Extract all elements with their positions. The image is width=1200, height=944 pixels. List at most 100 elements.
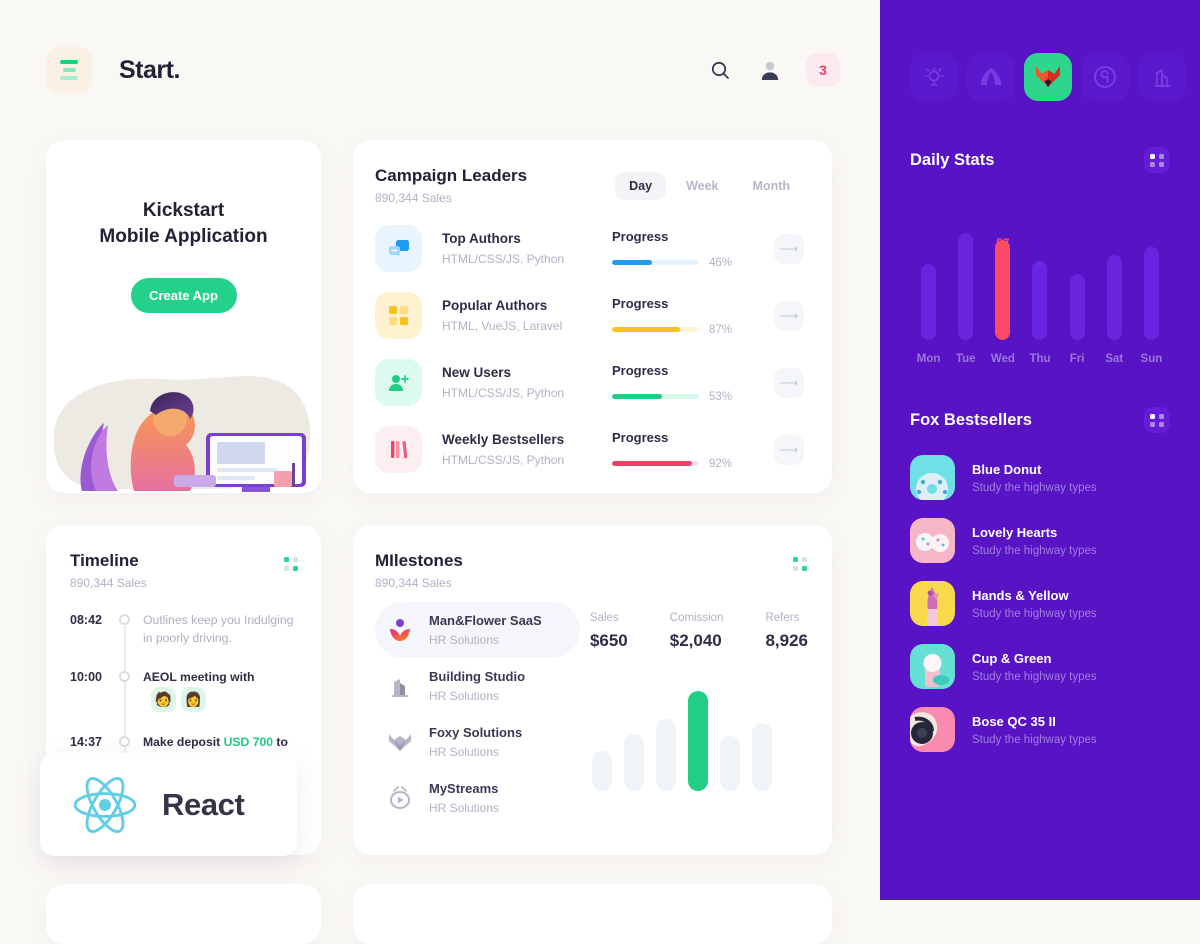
company-name: Building Studio <box>429 669 526 684</box>
campaign-row-text: Weekly Bestsellers HTML/CSS/JS, Python <box>442 432 612 467</box>
axis-label: Sun <box>1140 353 1163 365</box>
daily-stats-axis-labels: Mon Tue Wed Thu Fri Sat Sun <box>910 353 1170 365</box>
company-sub: HR Solutions <box>429 689 500 703</box>
milestones-title: MIlestones <box>375 551 463 570</box>
hamburger-icon[interactable] <box>46 47 92 93</box>
bestseller-text: Blue Donut Study the highway types <box>972 462 1097 494</box>
chart-column <box>910 264 947 340</box>
chart-bar <box>1143 247 1159 340</box>
chart-bar <box>591 751 612 791</box>
books-icon <box>375 426 422 473</box>
stat-value: 8,926 <box>765 631 808 650</box>
company-row[interactable]: MyStreams HR Solutions <box>375 770 580 826</box>
kickstart-card: Kickstart Mobile Application Create App <box>46 140 321 493</box>
top-bar: Start. 3 <box>0 0 880 96</box>
fox-icon <box>385 731 415 753</box>
chart-column <box>947 233 984 340</box>
campaign-row-progress: Progress 87% <box>612 296 732 336</box>
timeline-text-before: Make deposit <box>143 735 224 750</box>
company-sub: HR Solutions <box>429 801 500 815</box>
building-icon[interactable] <box>1138 53 1186 101</box>
campaign-row-tags: HTML, VueJS, Laravel <box>442 319 563 333</box>
campaign-row[interactable]: Popular Authors HTML, VueJS, Laravel Pro… <box>375 292 804 339</box>
chart-bar <box>1069 274 1085 340</box>
bestsellers-list: Blue Donut Study the highway types Lovel… <box>910 455 1170 752</box>
progress-value: 46% <box>708 256 732 269</box>
chart-bar <box>623 734 644 791</box>
bestseller-item[interactable]: Hands & Yellow Study the highway types <box>910 581 1170 626</box>
user-icon[interactable] <box>756 56 784 84</box>
chevron-right-icon[interactable]: ⟶ <box>774 233 804 264</box>
chart-bar <box>921 264 937 340</box>
chart-column-highlight: 57 <box>984 236 1021 340</box>
arch-icon[interactable] <box>967 53 1015 101</box>
chevron-right-icon[interactable]: ⟶ <box>774 367 804 398</box>
campaign-row-text: New Users HTML/CSS/JS, Python <box>442 365 612 400</box>
app-switcher <box>910 0 1186 101</box>
progress-value: 53% <box>708 390 732 403</box>
lightbulb-icon[interactable] <box>910 53 958 101</box>
grid-dots-icon[interactable] <box>1144 407 1170 433</box>
campaign-row[interactable]: Weekly Bestsellers HTML/CSS/JS, Python P… <box>375 426 804 473</box>
bestseller-item[interactable]: Cup & Green Study the highway types <box>910 644 1170 689</box>
company-name: Man&Flower SaaS <box>429 613 542 628</box>
timeline-item[interactable]: 10:00 AEOL meeting with 🧑 👩 <box>70 669 299 713</box>
notification-badge[interactable]: 3 <box>806 53 840 87</box>
page-title: Start. <box>119 55 180 84</box>
timeline-dot <box>119 614 130 625</box>
react-card[interactable]: React <box>40 753 297 856</box>
daily-stats-header: Daily Stats <box>910 147 1170 173</box>
company-text: Building Studio HR Solutions <box>429 669 525 703</box>
campaign-row[interactable]: Top Authors HTML/CSS/JS, Python Progress… <box>375 225 804 272</box>
bestseller-item[interactable]: Blue Donut Study the highway types <box>910 455 1170 500</box>
stat-label: Comission <box>669 612 724 624</box>
campaign-row[interactable]: New Users HTML/CSS/JS, Python Progress 5… <box>375 359 804 406</box>
chevron-right-icon[interactable]: ⟶ <box>774 434 804 465</box>
axis-label: Thu <box>1029 353 1051 365</box>
company-row[interactable]: Foxy Solutions HR Solutions <box>375 714 580 770</box>
search-icon[interactable] <box>706 56 734 84</box>
range-switcher: Day Week Month <box>615 172 804 200</box>
axis-label: Wed <box>990 353 1015 365</box>
company-row[interactable]: Man&Flower SaaS HR Solutions <box>375 602 580 658</box>
timeline-subtitle: 890,344 Sales <box>70 576 147 590</box>
timeline-time: 14:37 <box>70 735 102 750</box>
stats-row: Sales $650 Comission $2,040 Refers 8,926 <box>590 602 808 651</box>
timeline-item[interactable]: 08:42 Outlines keep you Indulging in poo… <box>70 612 299 647</box>
company-text: Man&Flower SaaS HR Solutions <box>429 613 542 647</box>
chart-column <box>1021 261 1058 340</box>
fox-icon[interactable] <box>1024 53 1072 101</box>
product-sub: Study the highway types <box>972 670 1097 683</box>
bestseller-text: Lovely Hearts Study the highway types <box>972 525 1097 557</box>
company-text: Foxy Solutions HR Solutions <box>429 725 522 759</box>
progress-bar <box>612 260 699 265</box>
stat-label: Refers <box>765 612 800 624</box>
dashboard-root: Start. 3 Kickstart Mobile Application Cr… <box>0 0 1200 944</box>
timeline-text-label: AEOL meeting with <box>143 670 255 685</box>
company-name: Foxy Solutions <box>429 725 523 740</box>
chart-bar <box>719 736 740 791</box>
company-row[interactable]: Building Studio HR Solutions <box>375 658 580 714</box>
tab-month[interactable]: Month <box>739 172 804 200</box>
progress-value: 92% <box>708 457 732 470</box>
nine-icon[interactable] <box>1081 53 1129 101</box>
product-name: Bose QC 35 II <box>972 713 1056 729</box>
grid-dots-icon[interactable] <box>284 557 299 572</box>
tab-week[interactable]: Week <box>672 172 732 200</box>
create-app-button[interactable]: Create App <box>130 278 237 314</box>
top-bar-actions: 3 <box>706 53 840 87</box>
campaign-row-progress: Progress 92% <box>612 430 732 470</box>
product-name: Blue Donut <box>972 461 1042 477</box>
tab-day[interactable]: Day <box>615 172 667 200</box>
campaign-row-name: Popular Authors <box>442 298 548 313</box>
campaign-row-text: Top Authors HTML/CSS/JS, Python <box>442 231 612 266</box>
chevron-right-icon[interactable]: ⟶ <box>774 300 804 331</box>
bestseller-item[interactable]: Lovely Hearts Study the highway types <box>910 518 1170 563</box>
grid-dots-icon[interactable] <box>793 557 808 572</box>
daily-stats-title: Daily Stats <box>910 150 995 169</box>
product-thumbnail <box>910 644 955 689</box>
grid-dots-icon[interactable] <box>1144 147 1170 173</box>
bestseller-item[interactable]: Bose QC 35 II Study the highway types <box>910 707 1170 752</box>
milestones-metrics: Sales $650 Comission $2,040 Refers 8,926 <box>580 602 808 826</box>
campaign-row-tags: HTML/CSS/JS, Python <box>442 386 565 400</box>
